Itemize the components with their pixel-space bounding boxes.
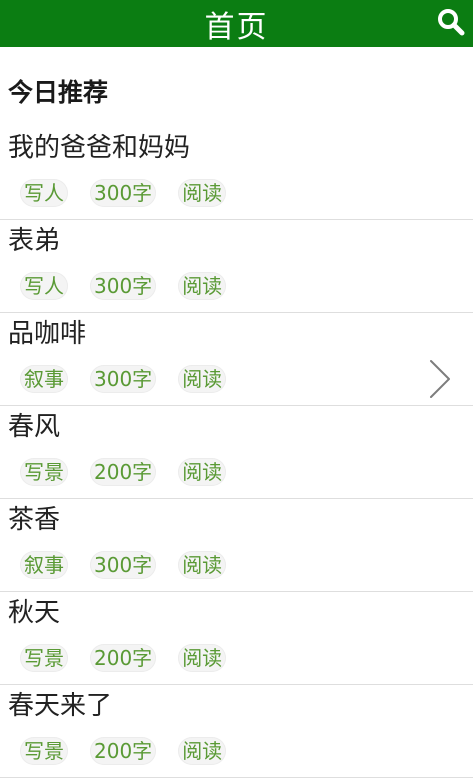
word-count-tag: 200字: [90, 737, 157, 765]
chevron-right-icon[interactable]: [425, 357, 455, 401]
read-tag[interactable]: 阅读: [178, 458, 227, 486]
read-tag[interactable]: 阅读: [178, 365, 227, 393]
tag-row: 写人 300字 阅读: [20, 272, 248, 300]
word-count-tag: 200字: [90, 644, 157, 672]
article-title: 我的爸爸和妈妈: [8, 133, 191, 163]
article-title: 品咖啡: [8, 319, 87, 349]
tag-row: 写景 200字 阅读: [20, 737, 248, 765]
article-title: 秋天: [8, 598, 61, 628]
list-item[interactable]: 春天来了 写景 200字 阅读: [0, 685, 473, 778]
tag-row: 写景 200字 阅读: [20, 644, 248, 672]
tag-row: 写景 200字 阅读: [20, 458, 248, 486]
word-count-tag: 300字: [90, 272, 157, 300]
category-tag: 叙事: [20, 365, 68, 393]
word-count-tag: 200字: [90, 458, 157, 486]
list-item[interactable]: 茶香 叙事 300字 阅读: [0, 499, 473, 592]
tag-row: 写人 300字 阅读: [20, 179, 248, 207]
read-tag[interactable]: 阅读: [178, 179, 227, 207]
category-tag: 写景: [20, 737, 68, 765]
category-tag: 写景: [20, 644, 68, 672]
list-item[interactable]: 表弟 写人 300字 阅读: [0, 220, 473, 313]
category-tag: 写人: [20, 272, 68, 300]
category-tag: 写人: [20, 179, 68, 207]
list-item[interactable]: 品咖啡 叙事 300字 阅读: [0, 313, 473, 406]
page-title: 首页: [204, 9, 269, 45]
word-count-tag: 300字: [90, 365, 157, 393]
word-count-tag: 300字: [90, 179, 157, 207]
category-tag: 写景: [20, 458, 68, 486]
article-title: 春天来了: [8, 691, 113, 721]
category-tag: 叙事: [20, 551, 68, 579]
list-item[interactable]: 春风 写景 200字 阅读: [0, 406, 473, 499]
article-list: 我的爸爸和妈妈 写人 300字 阅读 表弟 写人 300字 阅读 品咖啡 叙事 …: [0, 127, 473, 778]
tag-row: 叙事 300字 阅读: [20, 551, 248, 579]
article-title: 表弟: [8, 226, 61, 256]
read-tag[interactable]: 阅读: [178, 644, 227, 672]
article-title: 春风: [8, 412, 61, 442]
word-count-tag: 300字: [90, 551, 157, 579]
list-item[interactable]: 秋天 写景 200字 阅读: [0, 592, 473, 685]
article-title: 茶香: [8, 505, 61, 535]
read-tag[interactable]: 阅读: [178, 272, 227, 300]
search-icon[interactable]: [435, 6, 467, 38]
read-tag[interactable]: 阅读: [178, 551, 227, 579]
section-title: 今日推荐: [8, 78, 109, 107]
list-item[interactable]: 我的爸爸和妈妈 写人 300字 阅读: [0, 127, 473, 220]
top-bar: 首页: [0, 0, 473, 47]
tag-row: 叙事 300字 阅读: [20, 365, 248, 393]
read-tag[interactable]: 阅读: [178, 737, 227, 765]
